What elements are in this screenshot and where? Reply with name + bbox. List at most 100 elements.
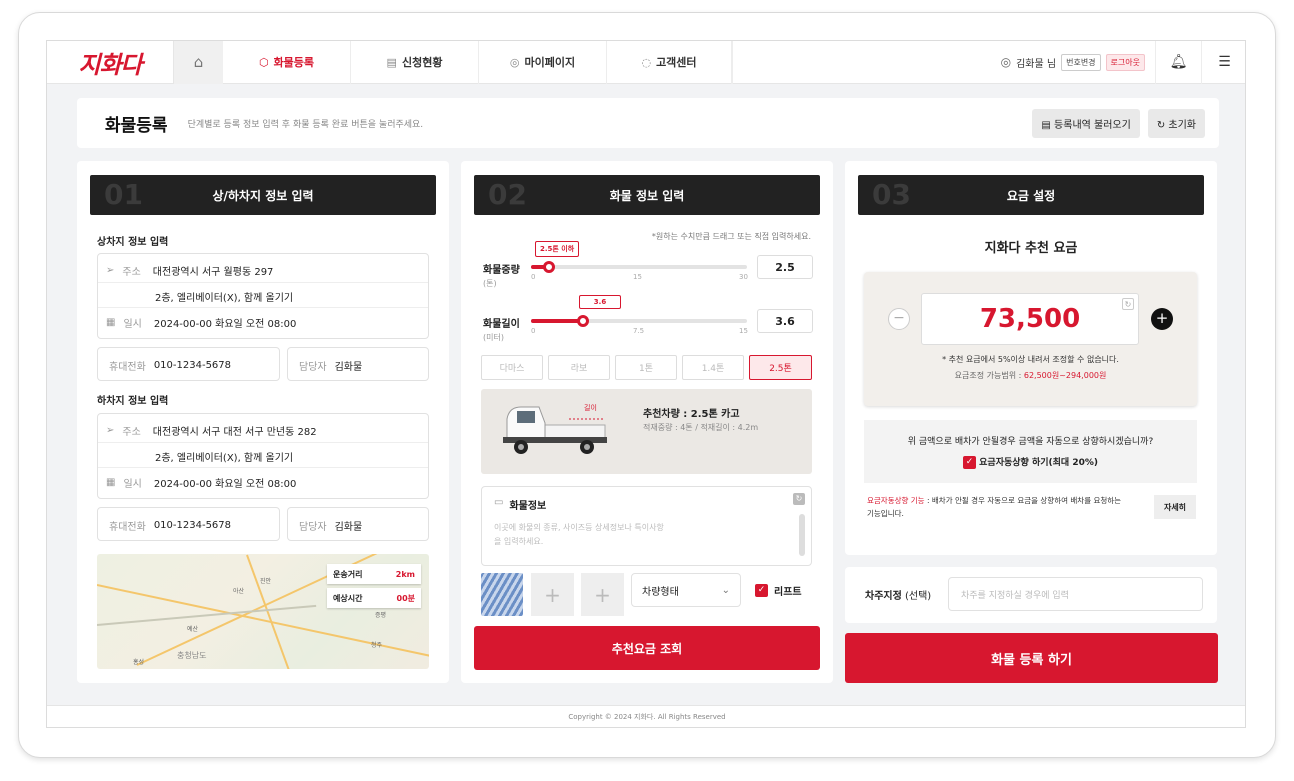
add-photo-button[interactable]: + [531, 573, 574, 616]
footer-copyright: Copyright © 2024 지화다. All Rights Reserve… [47, 705, 1245, 727]
owner-optional: (선택) [901, 591, 932, 602]
load-history-button[interactable]: ▤ 등록내역 불러오기 [1032, 108, 1140, 138]
panel-title: 화물 정보 입력 [609, 188, 685, 203]
panel-title: 상/하차지 정보 입력 [212, 188, 314, 203]
size-option-labo[interactable]: 라보 [548, 355, 610, 380]
load-address-box[interactable]: ➢ 주소 대전광역시 서구 월평동 297 2층, 엘리베이터(X), 함께 올기기… [97, 253, 429, 339]
time-badge: 예상시간 00분 [327, 588, 421, 608]
owner-input[interactable]: 차주를 지정하실 경우에 입력 [948, 577, 1203, 611]
auto-raise-box: 위 금액으로 배차가 안될경우 금액을 자동으로 상향하시겠습니까? ✓ 요금자… [864, 420, 1197, 483]
owner-label-text: 차주지정 [865, 591, 902, 602]
scrollbar[interactable] [799, 514, 805, 556]
refresh-icon[interactable]: ↻ [793, 493, 805, 505]
truck-icon [503, 406, 607, 454]
truck-spec: 적재중량 : 4톤 / 적재길이 : 4.2m [643, 423, 759, 432]
length-input[interactable]: 3.6 [757, 309, 813, 333]
lift-checkbox[interactable]: ✓ 리프트 [755, 583, 802, 598]
divider [98, 467, 428, 468]
desc-highlight: 요금자동상향 기능 [867, 496, 925, 505]
refresh-icon[interactable]: ↻ [1122, 298, 1134, 310]
decrease-fare-button[interactable]: − [888, 308, 910, 330]
size-option-1-4t[interactable]: 1.4톤 [682, 355, 744, 380]
add-photo-button[interactable]: + [581, 573, 624, 616]
recommend-fare-button[interactable]: 추천요금 조회 [474, 626, 820, 670]
page-description: 단계별로 등록 정보 입력 후 화물 등록 완료 버튼을 눌러주세요. [187, 119, 424, 130]
select-value: 차량형태 [642, 586, 679, 598]
auto-raise-checkbox[interactable]: ✓ 요금자동상향 하기(최대 20%) [864, 455, 1197, 469]
user-name: 김화물 님 [1016, 58, 1057, 70]
weight-input[interactable]: 2.5 [757, 255, 813, 279]
field-label: 일시 [123, 479, 142, 490]
chevron-down-icon: ⌄ [721, 584, 730, 596]
size-option-2-5t[interactable]: 2.5톤 [749, 355, 812, 380]
tab-support[interactable]: ◌ 고객센터 [607, 41, 732, 84]
route-map[interactable]: 진안 예산 천안 아산 충청남도 홍성 증평 청주 운송거리2km 예상시간00… [97, 554, 429, 669]
logo[interactable]: 지화다 [47, 41, 173, 84]
increase-fare-button[interactable]: + [1151, 308, 1173, 330]
document-icon: ▤ [386, 55, 397, 69]
load-datetime: 2024-00-00 화요일 오전 08:00 [153, 319, 297, 330]
reset-button[interactable]: ↻ 초기화 [1147, 108, 1205, 138]
map-place: 예산 [187, 626, 199, 633]
cargo-info-placeholder: 이곳에 화물의 종류, 사이즈등 상세정보나 특이사항을 입력하세요. [494, 523, 664, 546]
tab-status[interactable]: ▤ 신청현황 [351, 41, 479, 84]
length-slider[interactable] [531, 315, 747, 327]
weight-label-text: 화물중량 [483, 265, 520, 276]
size-option-damas[interactable]: 다마스 [481, 355, 543, 380]
field-label: 휴대전화 [109, 522, 146, 533]
panel-header: 03 요금 설정 [858, 175, 1204, 215]
range-label: 요금조정 가능범위 : [954, 371, 1022, 380]
unload-manager-field[interactable]: 담당자 김화물 [287, 507, 429, 541]
step-number: 02 [488, 178, 527, 211]
cargo-info-title: 화물정보 [509, 501, 547, 512]
length-tick: 15 [739, 327, 748, 335]
owner-label: 차주지정 (선택) [865, 587, 931, 602]
size-option-1t[interactable]: 1톤 [615, 355, 677, 380]
truck-title: 추천차량 : 2.5톤 카고 [643, 409, 740, 420]
load-manager-field[interactable]: 담당자 김화물 [287, 347, 429, 381]
register-cargo-button[interactable]: 화물 등록 하기 [845, 633, 1218, 683]
length-tick: 0 [531, 327, 536, 335]
vehicle-type-select[interactable]: 차량형태 ⌄ [631, 573, 741, 607]
weight-label: 화물중량 (톤) [483, 261, 520, 289]
weight-tick: 30 [739, 273, 748, 281]
user-icon: ◎ [509, 55, 520, 69]
cargo-info-header: ▭ 화물정보 [494, 497, 546, 512]
fare-card: − 73,500 ↻ + * 추천 요금에서 5%이상 내려서 조정할 수 없습… [864, 272, 1197, 406]
field-label: 주소 [122, 427, 141, 438]
unload-phone-field[interactable]: 휴대전화 010-1234-5678 [97, 507, 280, 541]
cargo-photo-thumbnail[interactable] [481, 573, 523, 616]
details-button[interactable]: 자세히 [1154, 495, 1196, 519]
tab-mypage[interactable]: ◎ 마이페이지 [479, 41, 607, 84]
fare-value[interactable]: 73,500 [921, 293, 1139, 345]
logout-button[interactable]: 로그아웃 [1105, 53, 1145, 71]
unload-address: 대전광역시 서구 대전 서구 만년동 282 [152, 427, 317, 438]
nav-spacer [732, 41, 1001, 84]
unload-manager: 김화물 [334, 522, 363, 533]
change-number-button[interactable]: 번호변경 [1061, 53, 1101, 71]
menu-icon[interactable]: ☰ [1201, 41, 1245, 84]
section-title: 하차지 정보 입력 [97, 396, 169, 407]
load-phone-field[interactable]: 휴대전화 010-1234-5678 [97, 347, 280, 381]
weight-tick: 15 [633, 273, 642, 281]
checkbox-checked-icon: ✓ [963, 456, 976, 469]
map-place: 청주 [371, 642, 383, 649]
divider [98, 307, 428, 308]
tab-cargo-register[interactable]: ⬡ 화물등록 [223, 41, 351, 84]
page-title: 화물등록 [105, 115, 168, 136]
recommended-truck-card: 길이 추천차량 : 2.5톤 카고 적재중량 : 4톤 / 적재길이 : 4.2… [481, 389, 812, 474]
weight-slider-handle[interactable] [542, 261, 555, 273]
top-nav: 지화다 ⌂ ⬡ 화물등록 ▤ 신청현황 ◎ 마이페이지 ◌ 고객센터 ◎ 김화물 님 번… [47, 41, 1245, 84]
user-circle-icon: ◎ [1000, 55, 1012, 69]
home-icon[interactable]: ⌂ [173, 41, 223, 84]
user-area: ◎ 김화물 님 번호변경 로그아웃 [1000, 53, 1155, 71]
weight-slider[interactable] [531, 261, 747, 273]
map-place: 홍성 [133, 659, 145, 666]
length-label-text: 화물길이 [483, 319, 520, 330]
load-address: 대전광역시 서구 월평동 297 [152, 267, 274, 278]
length-slider-handle[interactable] [576, 315, 589, 327]
bell-icon[interactable]: 🔔︎ [1155, 41, 1201, 84]
weight-unit: (톤) [483, 279, 497, 288]
cargo-info-box[interactable]: ▭ 화물정보 ↻ 이곳에 화물의 종류, 사이즈등 상세정보나 특이사항을 입력하… [481, 486, 812, 566]
unload-address-box[interactable]: ➢ 주소 대전광역시 서구 대전 서구 만년동 282 2층, 엘리베이터(X), … [97, 413, 429, 499]
